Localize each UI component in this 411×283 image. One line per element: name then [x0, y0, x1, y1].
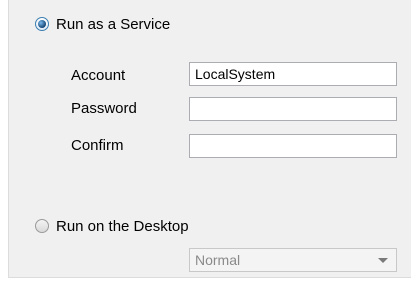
account-label: Account — [71, 67, 126, 84]
chevron-down-icon — [378, 258, 388, 263]
radio-selected-dot — [38, 20, 46, 28]
run-as-service-label: Run as a Service — [56, 15, 171, 33]
run-on-desktop-label: Run on the Desktop — [56, 217, 189, 235]
confirm-password-input[interactable] — [189, 134, 397, 158]
run-mode-panel: Run as a Service Account Password Confir… — [8, 0, 411, 278]
run-on-desktop-option[interactable]: Run on the Desktop — [35, 216, 189, 236]
run-as-service-radio[interactable] — [35, 17, 49, 31]
window-mode-select[interactable]: Normal — [189, 248, 397, 272]
run-as-service-option[interactable]: Run as a Service — [35, 14, 170, 34]
account-input[interactable] — [189, 62, 397, 86]
window-mode-value: Normal — [195, 252, 241, 268]
confirm-label: Confirm — [71, 137, 124, 154]
run-on-desktop-radio[interactable] — [35, 219, 49, 233]
password-label: Password — [71, 100, 137, 117]
password-input[interactable] — [189, 97, 397, 121]
